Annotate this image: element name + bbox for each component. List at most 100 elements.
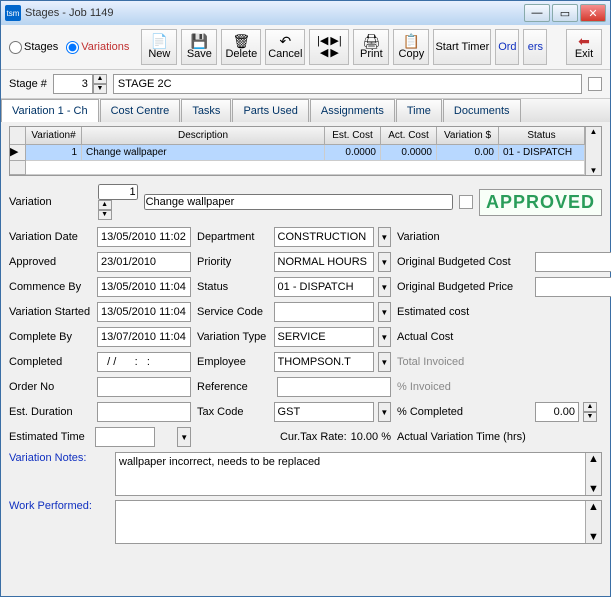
variation-desc-input[interactable] xyxy=(144,194,453,210)
titlebar: tsm Stages - Job 1149 — ▭ ✕ xyxy=(1,1,610,25)
maximize-button[interactable]: ▭ xyxy=(552,4,578,22)
notes-scroll-up[interactable]: ▲ xyxy=(586,453,601,465)
cur-tax-value: 10.00 % xyxy=(351,431,391,443)
grid-scroll-up[interactable]: ▲ xyxy=(585,127,601,145)
work-scroll-up[interactable]: ▲ xyxy=(586,501,601,513)
radio-variations[interactable]: Variations xyxy=(66,41,129,54)
variation-type-input[interactable] xyxy=(274,327,374,347)
radio-stages[interactable]: Stages xyxy=(9,41,58,54)
pct-up[interactable]: ▲ xyxy=(583,402,597,412)
col-act-cost[interactable]: Act. Cost xyxy=(381,127,437,145)
tax-code-input[interactable] xyxy=(274,402,374,422)
complete-by-input[interactable] xyxy=(97,327,191,347)
var-num-up[interactable]: ▲ xyxy=(98,200,112,210)
variation-grid: Variation# Description Est. Cost Act. Co… xyxy=(9,126,602,176)
stage-num-input[interactable] xyxy=(53,74,93,94)
minimize-button[interactable]: — xyxy=(524,4,550,22)
table-row[interactable] xyxy=(10,161,585,175)
form: Variation ▲▼ APPROVED Variation Date App… xyxy=(1,180,610,548)
approved-check[interactable] xyxy=(459,195,473,209)
ers-button[interactable]: ers xyxy=(523,29,547,65)
col-status[interactable]: Status xyxy=(499,127,585,145)
ord-button[interactable]: Ord xyxy=(495,29,519,65)
department-input[interactable] xyxy=(274,227,374,247)
variation-value: 0.00 xyxy=(535,231,611,243)
stage-num-label: Stage # xyxy=(9,78,47,90)
approved-stamp: APPROVED xyxy=(479,189,602,216)
reference-input[interactable] xyxy=(277,377,391,397)
orig-budget-price-input[interactable] xyxy=(535,277,611,297)
orig-budget-cost-input[interactable] xyxy=(535,252,611,272)
app-icon: tsm xyxy=(5,5,21,21)
tab-cost-centre[interactable]: Cost Centre xyxy=(100,99,181,122)
est-duration-input[interactable] xyxy=(97,402,191,422)
status-input[interactable] xyxy=(274,277,374,297)
work-performed-textarea[interactable] xyxy=(116,501,585,543)
nav-button[interactable]: |◀▶|◀▶ xyxy=(309,29,349,65)
tab-variation[interactable]: Variation 1 - Ch xyxy=(1,99,99,122)
tab-documents[interactable]: Documents xyxy=(443,99,521,122)
estimated-cost-value: 0.0000 xyxy=(535,306,611,318)
variation-notes-textarea[interactable] xyxy=(116,453,585,495)
table-row[interactable]: ▶ 1 Change wallpaper 0.0000 0.0000 0.00 … xyxy=(10,145,585,161)
stage-num-down[interactable]: ▼ xyxy=(93,84,107,94)
priority-dd[interactable]: ▼ xyxy=(378,252,391,272)
service-code-dd[interactable]: ▼ xyxy=(378,302,391,322)
stage-num-up[interactable]: ▲ xyxy=(93,74,107,84)
tab-tasks[interactable]: Tasks xyxy=(181,99,231,122)
col-description[interactable]: Description xyxy=(82,127,325,145)
var-num-down[interactable]: ▼ xyxy=(98,210,112,220)
employee-input[interactable] xyxy=(274,352,374,372)
stage-row: Stage # ▲▼ xyxy=(1,70,610,98)
variation-started-input[interactable] xyxy=(97,302,191,322)
est-time-dd[interactable]: ▼ xyxy=(177,427,191,447)
delete-button[interactable]: 🗑Delete xyxy=(221,29,261,65)
tabbar: Variation 1 - Ch Cost Centre Tasks Parts… xyxy=(1,98,610,122)
cancel-button[interactable]: ↶Cancel xyxy=(265,29,305,65)
approved-date-input[interactable] xyxy=(97,252,191,272)
order-no-input[interactable] xyxy=(97,377,191,397)
col-variation-num[interactable]: Variation# xyxy=(26,127,82,145)
tab-assignments[interactable]: Assignments xyxy=(310,99,395,122)
completed-input[interactable] xyxy=(97,352,191,372)
copy-button[interactable]: 📋Copy xyxy=(393,29,429,65)
priority-input[interactable] xyxy=(274,252,374,272)
save-button[interactable]: 💾Save xyxy=(181,29,217,65)
col-variation-amt[interactable]: Variation $ xyxy=(437,127,499,145)
work-performed-label: Work Performed: xyxy=(9,500,109,544)
department-dd[interactable]: ▼ xyxy=(378,227,391,247)
variation-type-dd[interactable]: ▼ xyxy=(378,327,391,347)
variation-num-input[interactable] xyxy=(98,184,138,200)
window: tsm Stages - Job 1149 — ▭ ✕ Stages Varia… xyxy=(0,0,611,597)
employee-dd[interactable]: ▼ xyxy=(378,352,391,372)
start-timer-button[interactable]: Start Timer xyxy=(433,29,491,65)
estimated-time-input[interactable] xyxy=(95,427,155,447)
pct-invoiced-value: % 0.00 xyxy=(535,381,611,393)
tab-parts-used[interactable]: Parts Used xyxy=(232,99,308,122)
actual-var-time-value: 0.00 xyxy=(551,431,611,443)
tab-time[interactable]: Time xyxy=(396,99,442,122)
total-invoiced-value: 0.00 xyxy=(535,356,611,368)
work-scroll-down[interactable]: ▼ xyxy=(586,531,601,543)
service-code-input[interactable] xyxy=(274,302,374,322)
actual-cost-value: 0.0000 xyxy=(535,331,611,343)
tax-code-dd[interactable]: ▼ xyxy=(378,402,391,422)
stage-name-input[interactable] xyxy=(113,74,582,94)
toolbar: Stages Variations 📄New 💾Save 🗑Delete ↶Ca… xyxy=(1,25,610,70)
variation-notes-label: Variation Notes: xyxy=(9,452,109,496)
variation-label: Variation xyxy=(9,196,52,208)
print-button[interactable]: 🖨Print xyxy=(353,29,389,65)
grid-scrollbar[interactable]: ▼ xyxy=(585,145,601,175)
stage-check[interactable] xyxy=(588,77,602,91)
col-est-cost[interactable]: Est. Cost xyxy=(325,127,381,145)
commence-by-input[interactable] xyxy=(97,277,191,297)
pct-completed-input[interactable] xyxy=(535,402,579,422)
status-dd[interactable]: ▼ xyxy=(378,277,391,297)
notes-scroll-down[interactable]: ▼ xyxy=(586,483,601,495)
window-title: Stages - Job 1149 xyxy=(25,7,524,19)
variation-date-input[interactable] xyxy=(97,227,191,247)
close-button[interactable]: ✕ xyxy=(580,4,606,22)
pct-down[interactable]: ▼ xyxy=(583,412,597,422)
new-button[interactable]: 📄New xyxy=(141,29,177,65)
exit-button[interactable]: ⬅Exit xyxy=(566,29,602,65)
